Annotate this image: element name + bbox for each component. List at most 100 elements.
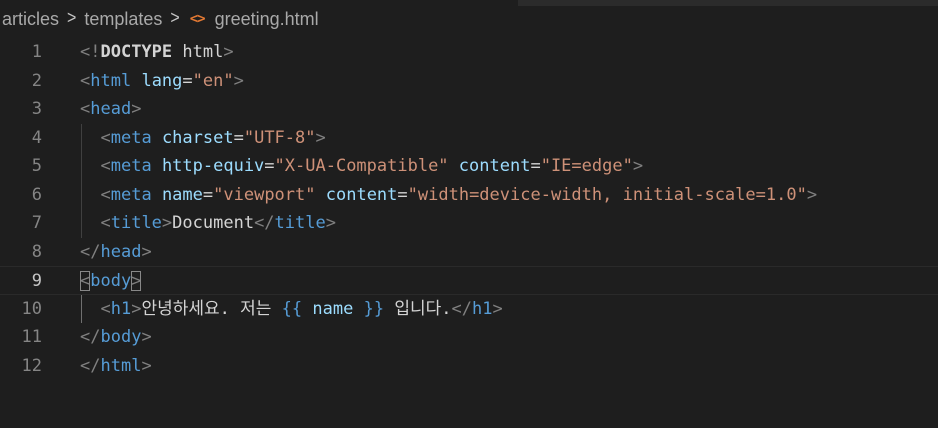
code-token: < bbox=[100, 127, 111, 148]
line-content: </head> bbox=[80, 238, 152, 267]
line-content: <!DOCTYPE html> bbox=[80, 38, 234, 67]
code-editor[interactable]: articles > templates > <> greeting.html … bbox=[0, 0, 938, 428]
line-content: <h1>안녕하세요. 저는 {{ name }} 입니다.</h1> bbox=[80, 295, 503, 324]
code-token: "X-UA-Compatible" bbox=[274, 156, 449, 176]
line-content: </html> bbox=[80, 352, 152, 381]
code-token: </ bbox=[451, 298, 472, 319]
code-token: > bbox=[131, 271, 142, 291]
code-token: < bbox=[100, 156, 111, 176]
code-token: </ bbox=[254, 213, 275, 233]
code-line[interactable]: 12 </html> bbox=[0, 352, 938, 381]
code-token: = bbox=[530, 156, 541, 176]
code-token: name bbox=[312, 298, 354, 319]
code-line[interactable]: 10 <h1>안녕하세요. 저는 {{ name }} 입니다.</h1> bbox=[0, 294, 938, 324]
code-token: <! bbox=[80, 42, 101, 62]
code-token: {{ bbox=[281, 298, 303, 319]
line-content: <meta charset="UTF-8"> bbox=[80, 124, 325, 153]
code-token: > bbox=[131, 99, 142, 119]
line-number: 5 bbox=[31, 156, 42, 176]
line-number: 12 bbox=[21, 355, 42, 376]
code-line[interactable]: 2 <html lang="en"> bbox=[0, 67, 938, 96]
code-line[interactable]: 9 <body> bbox=[0, 266, 938, 295]
code-token: meta bbox=[110, 127, 152, 148]
code-line[interactable]: 7 <title>Document</title> bbox=[0, 209, 938, 238]
code-token: head bbox=[90, 99, 132, 119]
line-number: 10 bbox=[21, 298, 42, 319]
code-token: = bbox=[182, 70, 193, 91]
code-token: meta bbox=[110, 156, 152, 176]
code-token: head bbox=[100, 241, 142, 262]
code-token: > bbox=[141, 355, 152, 376]
chevron-right-icon: > bbox=[67, 8, 77, 29]
code-token: < bbox=[100, 184, 111, 205]
code-token: html bbox=[100, 355, 142, 376]
line-number: 2 bbox=[31, 70, 42, 91]
breadcrumb: articles > templates > <> greeting.html bbox=[0, 0, 938, 38]
code-token: > bbox=[233, 70, 244, 91]
line-content: <title>Document</title> bbox=[80, 209, 336, 238]
code-line[interactable]: 3 <head> bbox=[0, 95, 938, 124]
code-line[interactable]: 5 <meta http-equiv = "X-UA-Compatible" con… bbox=[0, 152, 938, 181]
code-token: name bbox=[161, 184, 203, 205]
code-line[interactable]: 6 <meta name="viewport" content="width=d… bbox=[0, 180, 938, 210]
code-line[interactable]: 8 </head> bbox=[0, 238, 938, 267]
line-content: <meta name="viewport" content="width=dev… bbox=[80, 181, 817, 210]
line-number: 1 bbox=[31, 42, 42, 62]
breadcrumb-item-articles[interactable]: articles bbox=[0, 9, 61, 30]
breadcrumb-item-templates[interactable]: templates bbox=[82, 9, 164, 30]
line-number: 6 bbox=[31, 184, 42, 205]
code-line[interactable]: 1 <!DOCTYPE html> bbox=[0, 38, 938, 67]
code-token: Document bbox=[172, 213, 255, 233]
code-token: </ bbox=[80, 241, 101, 262]
code-token: }} bbox=[363, 298, 385, 319]
code-token: content bbox=[458, 156, 531, 176]
code-token: http-equiv bbox=[161, 156, 265, 176]
code-token: h1 bbox=[471, 298, 493, 319]
line-content: </body> bbox=[80, 323, 152, 352]
breadcrumb-item-file[interactable]: greeting.html bbox=[213, 9, 321, 30]
code-token: > bbox=[806, 184, 818, 205]
line-number: 3 bbox=[31, 99, 42, 119]
code-token: html bbox=[90, 70, 132, 91]
code-token: > bbox=[161, 213, 173, 233]
line-number: 7 bbox=[31, 213, 42, 233]
code-token: content bbox=[325, 184, 398, 205]
code-token: > bbox=[325, 213, 336, 233]
line-number: 9 bbox=[31, 271, 42, 291]
code-token: > bbox=[492, 298, 503, 319]
code-line[interactable]: 11 </body> bbox=[0, 323, 938, 352]
code-token: = bbox=[202, 184, 214, 205]
code-token: "width=device-width, initial-scale=1.0" bbox=[407, 184, 807, 205]
line-content: <html lang="en"> bbox=[80, 67, 244, 96]
code-token: < bbox=[100, 213, 111, 233]
code-token: </ bbox=[80, 327, 101, 347]
code-token: < bbox=[80, 271, 91, 291]
line-content: <meta http-equiv = "X-UA-Compatible" conte… bbox=[80, 152, 643, 181]
code-token: "UTF-8" bbox=[243, 127, 316, 148]
code-area[interactable]: 1 <!DOCTYPE html> 2 <html lang="en"> 3 <head>… bbox=[0, 38, 938, 380]
code-token: > bbox=[632, 156, 644, 176]
code-token: > bbox=[131, 298, 142, 319]
line-number: 11 bbox=[21, 327, 42, 347]
code-token: meta bbox=[110, 184, 152, 205]
code-token: body bbox=[100, 327, 142, 347]
code-token: "IE=edge" bbox=[540, 156, 633, 176]
code-token: 안녕하세요. 저는 bbox=[141, 298, 282, 319]
code-token: = bbox=[233, 127, 244, 148]
code-token: "en" bbox=[192, 70, 234, 91]
code-token: < bbox=[100, 298, 111, 319]
code-token: < bbox=[80, 99, 91, 119]
code-line[interactable]: 4 <meta charset="UTF-8"> bbox=[0, 123, 938, 153]
code-token: </ bbox=[80, 355, 101, 376]
line-number: 8 bbox=[31, 241, 42, 262]
